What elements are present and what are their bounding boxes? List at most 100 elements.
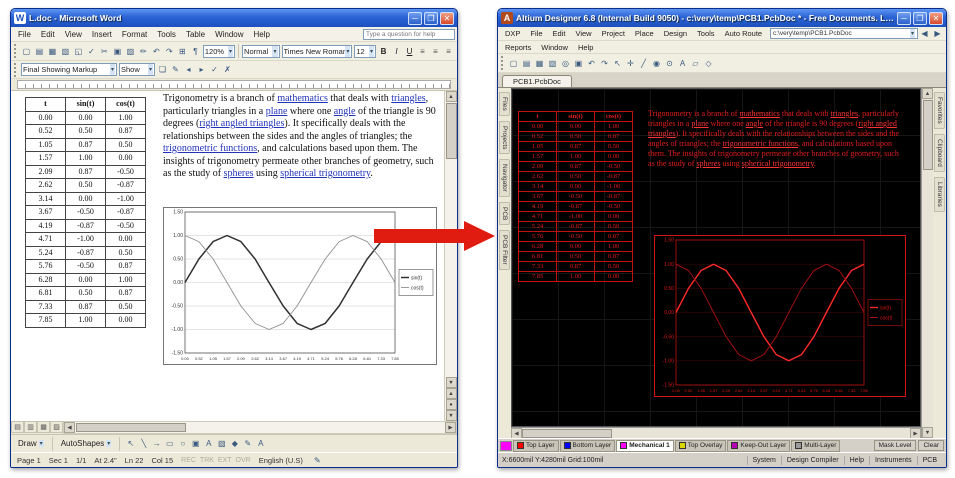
pc-board-document-tab[interactable]: PCB1.PcbDoc — [502, 75, 572, 87]
menu-item[interactable]: File — [13, 29, 36, 40]
scroll-left-icon[interactable]: ◀ — [511, 428, 522, 439]
word-art-icon[interactable]: A — [202, 437, 215, 450]
zoom-fit-icon[interactable]: ▣ — [572, 57, 585, 70]
panel-tab[interactable]: Clipboard — [934, 134, 945, 172]
open-icon[interactable]: ▤ — [520, 57, 533, 70]
redo-icon[interactable]: ↷ — [163, 45, 176, 58]
print-icon[interactable]: ▧ — [546, 57, 559, 70]
toolbar-grip[interactable] — [14, 44, 17, 58]
insert-clipart-icon[interactable]: ▧ — [215, 437, 228, 450]
reject-change-icon[interactable]: ✗ — [221, 63, 234, 76]
scroll-up-icon[interactable]: ▲ — [446, 91, 457, 102]
close-button[interactable]: ✕ — [440, 12, 454, 25]
italic-icon[interactable]: I — [390, 45, 403, 58]
place-pad-icon[interactable]: ◉ — [650, 57, 663, 70]
menu-item[interactable]: Insert — [87, 29, 117, 40]
paste-icon[interactable]: ▨ — [124, 45, 137, 58]
browser-back-icon[interactable]: ◀ — [918, 27, 931, 40]
autoshapes-menu-button[interactable]: AutoShapes▾ — [57, 438, 116, 449]
select-browse-object-icon[interactable]: ● — [446, 399, 457, 410]
browse-previous-icon[interactable]: ▲ — [446, 388, 457, 399]
undo-icon[interactable]: ↶ — [150, 45, 163, 58]
line-icon[interactable]: ╲ — [137, 437, 150, 450]
help-question-box[interactable]: Type a question for help — [363, 29, 455, 40]
zoom-in-icon[interactable]: ◎ — [559, 57, 572, 70]
layer-tab[interactable]: Mechanical 1 — [616, 440, 673, 452]
menu-item[interactable]: Reports — [500, 42, 536, 53]
place-text-icon[interactable]: A — [676, 57, 689, 70]
accept-change-icon[interactable]: ✓ — [208, 63, 221, 76]
print-preview-icon[interactable]: ◱ — [72, 45, 85, 58]
rectangle-icon[interactable]: ▭ — [163, 437, 176, 450]
show-menu-button[interactable]: Show ▾ — [119, 63, 155, 76]
display-for-review-combo[interactable]: Final Showing Markup ▾ — [21, 63, 117, 76]
web-layout-view-icon[interactable]: ▥ — [24, 421, 37, 433]
scroll-right-icon[interactable]: ▶ — [445, 422, 456, 433]
panel-button[interactable]: Instruments — [869, 456, 917, 465]
layer-tab[interactable]: Multi-Layer — [791, 440, 840, 452]
board-view-icon[interactable]: ◇ — [702, 57, 715, 70]
spelling-icon[interactable]: ✓ — [85, 45, 98, 58]
menu-item[interactable]: View — [60, 29, 87, 40]
format-painter-icon[interactable]: ✏ — [137, 45, 150, 58]
menu-item[interactable]: Help — [573, 42, 598, 53]
scroll-down-icon[interactable]: ▼ — [922, 427, 933, 438]
font-color-icon[interactable]: A — [254, 437, 267, 450]
print-icon[interactable]: ▧ — [59, 45, 72, 58]
new-document-icon[interactable]: ▢ — [507, 57, 520, 70]
scroll-down-icon[interactable]: ▼ — [446, 377, 457, 388]
select-icon[interactable]: ↖ — [611, 57, 624, 70]
panel-tab[interactable]: Favorites — [934, 92, 945, 129]
menu-item[interactable]: Edit — [36, 29, 60, 40]
fill-color-icon[interactable]: ◆ — [228, 437, 241, 450]
underline-icon[interactable]: U — [403, 45, 416, 58]
layer-tab[interactable]: Top Layer — [513, 440, 559, 452]
horizontal-scrollbar[interactable]: ◀ ▶ — [63, 421, 457, 434]
panel-button[interactable]: PCB — [917, 456, 942, 465]
move-icon[interactable]: ✛ — [624, 57, 637, 70]
place-line-icon[interactable]: ╱ — [637, 57, 650, 70]
pcb-canvas[interactable]: tsin(t)cos(t) 0.00 0.00 1.00 0.52 0.50 — [511, 88, 921, 427]
draw-menu-button[interactable]: Draw▾ — [14, 438, 48, 449]
font-size-combo[interactable]: 12 ▾ — [354, 45, 376, 58]
track-changes-icon[interactable]: ✎ — [169, 63, 182, 76]
scrollbar-thumb[interactable] — [76, 423, 186, 432]
new-document-icon[interactable]: ▢ — [20, 45, 33, 58]
clear-button[interactable]: Clear — [918, 440, 944, 451]
redo-icon[interactable]: ↷ — [598, 57, 611, 70]
scroll-left-icon[interactable]: ◀ — [64, 422, 75, 433]
scrollbar-thumb[interactable] — [923, 100, 933, 170]
maximize-button[interactable]: ❐ — [913, 12, 927, 25]
minimize-button[interactable]: ─ — [408, 12, 422, 25]
arrow-icon[interactable]: → — [150, 437, 163, 450]
menu-item[interactable]: Place — [630, 28, 659, 39]
canvas-horizontal-scrollbar[interactable]: ◀ ▶ — [511, 427, 921, 438]
text-box-icon[interactable]: ▣ — [189, 437, 202, 450]
insert-comment-icon[interactable]: ❏ — [156, 63, 169, 76]
vertical-scrollbar[interactable]: ▲ ▼ ▲ ● ▼ — [444, 91, 457, 421]
panel-button[interactable]: Design Compiler — [781, 456, 844, 465]
zoom-combo[interactable]: 120% ▾ — [203, 45, 235, 58]
outline-view-icon[interactable]: ▨ — [50, 421, 63, 433]
scrollbar-thumb[interactable] — [446, 103, 457, 159]
toolbar-grip[interactable] — [501, 56, 504, 70]
scrollbar-thumb[interactable] — [522, 429, 612, 438]
previous-change-icon[interactable]: ◂ — [182, 63, 195, 76]
menu-item[interactable]: Format — [117, 29, 152, 40]
scroll-right-icon[interactable]: ▶ — [910, 428, 921, 439]
menu-item[interactable]: File — [525, 28, 547, 39]
menu-item[interactable]: View — [570, 28, 596, 39]
menu-item[interactable]: Project — [597, 28, 630, 39]
menu-item[interactable]: Edit — [548, 28, 571, 39]
minimize-button[interactable]: ─ — [897, 12, 911, 25]
place-polygon-icon[interactable]: ▱ — [689, 57, 702, 70]
canvas-vertical-scrollbar[interactable]: ▲ ▼ — [921, 88, 933, 438]
panel-button[interactable]: Help — [844, 456, 869, 465]
undo-icon[interactable]: ↶ — [585, 57, 598, 70]
menu-item[interactable]: Table — [181, 29, 210, 40]
menu-item[interactable]: DXP — [500, 28, 525, 39]
insert-table-icon[interactable]: ⊞ — [176, 45, 189, 58]
panel-button[interactable]: System — [747, 456, 781, 465]
document-area[interactable]: tsin(t)cos(t) 0.00 0.00 1.00 0.52 0.50 0… — [11, 91, 444, 421]
menu-item[interactable]: Help — [249, 29, 275, 40]
